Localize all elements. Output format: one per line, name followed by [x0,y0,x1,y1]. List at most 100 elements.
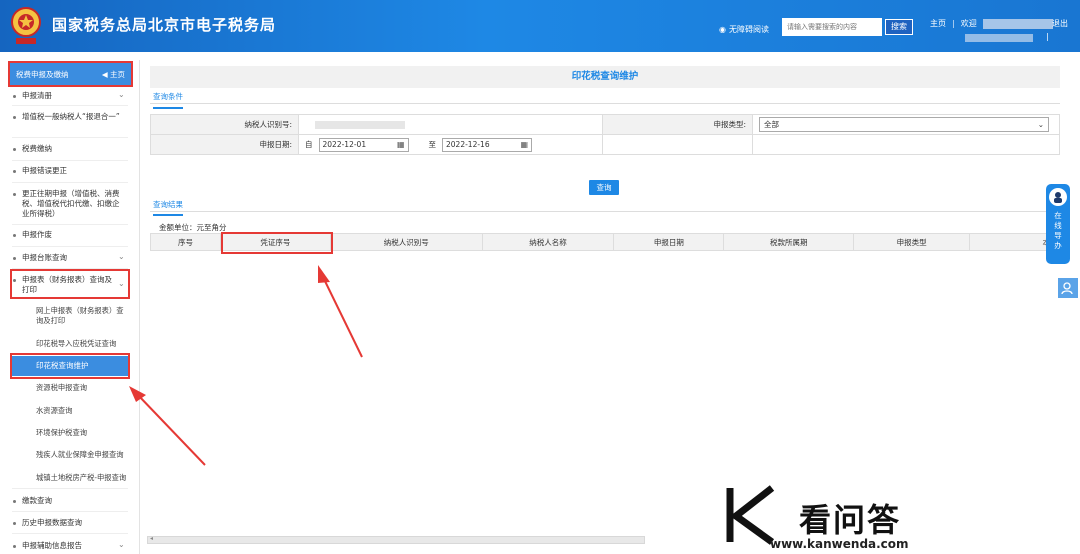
sidebar-item-vat-combined[interactable]: 增值税一般纳税人“报退合一” [22,112,122,122]
bullet [13,170,16,173]
amount-unit: 金额单位：元至角分 [159,223,227,232]
bullet [13,500,16,503]
sub-item-resource-tax[interactable]: 资源税申报查询 [36,383,87,393]
divider [150,211,1060,212]
declaration-type-select[interactable]: 全部 ⌄ [759,117,1049,132]
logout-link[interactable]: 退出 [1052,18,1068,29]
bullet [13,116,16,119]
divider [12,224,128,225]
sidebar-item-past-correction[interactable]: 更正往期申报（增值税、消费税、增值税代扣代缴、扣缴企业所得税） [22,189,122,219]
chevron-down-icon[interactable]: ⌄ [118,90,125,99]
top-header: 国家税务总局北京市电子税务局 ◉ 无障碍阅读 搜索 主页 | 欢迎 退出 | [0,0,1080,52]
sidebar-item-declaration-list[interactable]: 申报清册 [22,91,52,101]
bullet [13,95,16,98]
date-to-label: 至 [428,140,437,149]
divider [150,103,1060,104]
divider: | [952,19,955,28]
site-title: 国家税务总局北京市电子税务局 [52,16,277,34]
page-title: 印花税查询维护 [150,66,1060,88]
sub-item-land-tax[interactable]: 城镇土地税房产税-申报查询 [36,473,126,483]
welcome-label: 欢迎 [960,19,977,28]
calendar-icon[interactable]: ▦ [520,140,528,149]
divider: | [1046,32,1049,41]
sub-item-stamp-import[interactable]: 印花税导入应税凭证查询 [36,339,116,349]
username-redacted [982,18,1053,29]
tax-emblem-icon [11,7,41,44]
declaration-date-cell: 自 2022-12-01 ▦ 至 2022-12-16 ▦ [298,134,603,155]
bullet [13,257,16,260]
bullet [13,148,16,151]
date-from-input[interactable]: 2022-12-01 ▦ [318,137,409,152]
declaration-type-cell: 全部 ⌄ [752,114,1060,135]
column-header: 纳税人名称 [481,233,615,251]
divider [12,182,128,183]
query-button[interactable]: 查询 [589,180,619,195]
sidebar-item-aux-report[interactable]: 申报辅助信息报告 [22,541,82,551]
sub-item-water[interactable]: 水资源查询 [36,406,72,416]
date-to-value: 2022-12-16 [446,140,490,149]
highlight-box [10,269,130,299]
date-to-input[interactable]: 2022-12-16 ▦ [442,137,532,152]
divider [12,137,128,138]
empty-cell [602,134,753,155]
sidebar-item-tax-payment[interactable]: 税费缴纳 [22,144,52,154]
main-content: 印花税查询维护 查询条件 纳税人识别号: 申报类型: 全部 ⌄ 申报日期: 自 … [147,66,1070,554]
highlight-box [8,61,133,87]
watermark-url: www.kanwenda.com [770,537,909,551]
taxpayer-id-label: 纳税人识别号: [150,114,299,135]
watermark-text: 看问答 [799,501,902,539]
sidebar-item-ledger[interactable]: 申报台账查询 [22,253,67,263]
divider [12,533,128,534]
column-header: 申报类型 [853,233,971,251]
sub-item-disability-fund[interactable]: 残疾人就业保障金申报查询 [36,450,124,460]
calendar-icon[interactable]: ▦ [397,140,405,149]
declaration-date-label: 申报日期: [150,134,299,155]
search-input[interactable] [782,18,882,36]
tab-query-conditions[interactable]: 查询条件 [153,91,183,109]
taxpayer-id-value [298,114,603,135]
bullet [13,545,16,548]
bullet [13,522,16,525]
sidebar-item-void[interactable]: 申报作废 [22,230,52,240]
column-header: 税款所属期 [723,233,855,251]
divider [12,511,128,512]
empty-cell [752,134,1060,155]
redacted-taxpayer-id [315,121,405,129]
declaration-type-label: 申报类型: [602,114,753,135]
divider [12,105,128,106]
highlight-box [10,353,130,379]
accessibility-label: 无障碍阅读 [728,25,769,34]
column-header: 纳税人识别号 [329,233,483,251]
divider [12,246,128,247]
search-button[interactable]: 搜索 [885,19,913,35]
query-form: 纳税人识别号: 申报类型: 全部 ⌄ 申报日期: 自 2022-12-01 ▦ [150,114,1060,155]
sub-item-env-tax[interactable]: 环境保护税查询 [36,428,87,438]
column-header: 申报日期 [613,233,725,251]
tab-query-results[interactable]: 查询结果 [153,199,183,216]
date-from-label: 自 [305,140,313,149]
eye-icon: ◉ [719,25,726,34]
declaration-type-value: 全部 [764,120,779,129]
sidebar-item-correction[interactable]: 申报错误更正 [22,166,67,176]
scroll-left-icon[interactable]: ◂ [150,535,153,542]
chevron-down-icon[interactable]: ⌄ [118,252,125,261]
top-links: 主页 | 欢迎 [930,18,1053,29]
sidebar-item-history[interactable]: 历史申报数据查询 [22,518,82,528]
date-from-value: 2022-12-01 [322,140,367,149]
online-help-label: 在线导办 [1054,211,1062,250]
horizontal-scrollbar[interactable]: ◂ [147,535,645,544]
highlight-box [221,232,333,254]
divider [12,488,128,489]
user-service-icon[interactable] [1058,278,1078,298]
column-header: 序号 [150,233,221,251]
bullet [13,193,16,196]
agent-avatar-icon [1049,188,1067,206]
chevron-down-icon[interactable]: ⌄ [118,540,125,549]
chevron-down-icon: ⌄ [1037,120,1044,129]
home-link[interactable]: 主页 [930,18,946,29]
accessibility-link[interactable]: ◉ 无障碍阅读 [719,24,769,35]
sidebar-item-payment-query[interactable]: 缴款查询 [22,496,52,506]
sidebar: 税费申报及缴纳 ◀ 主页 申报清册 ⌄ 增值税一般纳税人“报退合一” 税费缴纳 … [0,60,140,554]
sub-item-online-report[interactable]: 网上申报表（财务报表）查询及打印 [36,306,128,326]
bullet [13,234,16,237]
